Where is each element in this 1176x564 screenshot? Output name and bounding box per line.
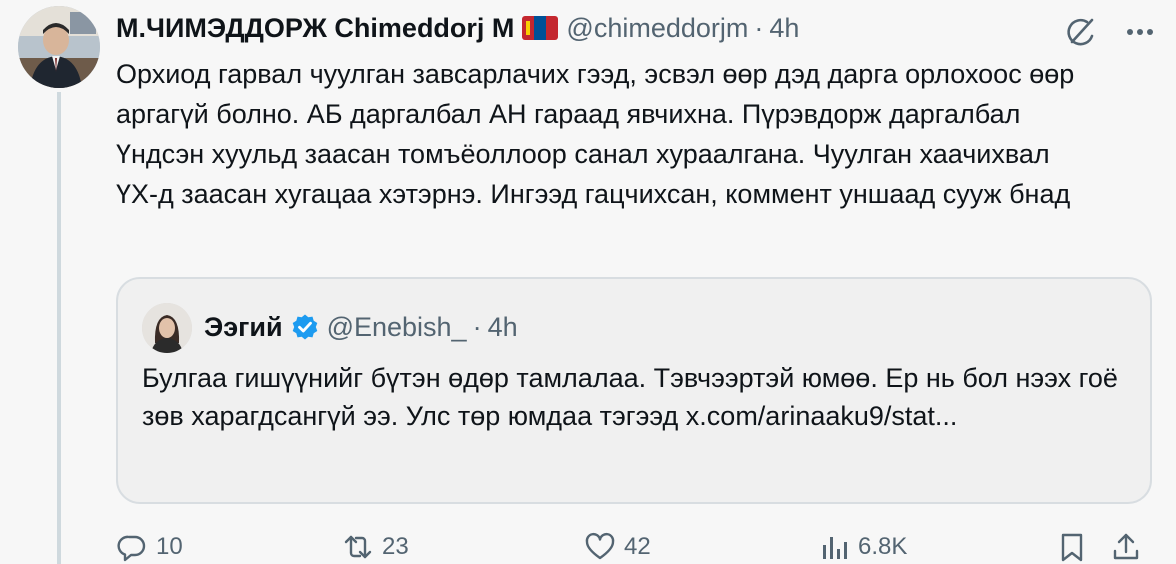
tweet-time[interactable]: 4h: [769, 13, 799, 44]
reply-button[interactable]: 10: [116, 530, 183, 564]
author-handle[interactable]: @chimeddorjm: [566, 13, 748, 44]
repost-icon: [344, 535, 372, 559]
views-count: 6.8K: [858, 533, 908, 560]
quote-separator-dot: ·: [472, 311, 482, 342]
mongolia-flag-icon: [522, 16, 559, 40]
quote-author-handle[interactable]: @Enebish_: [327, 312, 467, 343]
reply-icon: [117, 535, 146, 562]
views-icon: [823, 537, 847, 559]
author-name[interactable]: М.ЧИМЭДДОРЖ Chimeddorj M: [116, 13, 514, 44]
views-button[interactable]: 6.8K: [818, 530, 907, 564]
bookmark-button[interactable]: [1056, 530, 1088, 564]
tweet: М.ЧИМЭДДОРЖ Chimeddorj M @chimeddorjm · …: [0, 0, 1176, 564]
repost-button[interactable]: 23: [342, 530, 409, 564]
separator-dot: ·: [754, 12, 764, 43]
quote-text: Булгаа гишүүнийг бүтэн өдөр тамлалаа. Тэ…: [142, 363, 1118, 431]
quote-author-avatar[interactable]: [142, 303, 192, 353]
grok-icon[interactable]: [1062, 14, 1098, 50]
heart-icon: [585, 532, 615, 560]
thread-line: [57, 92, 61, 564]
share-button[interactable]: [1110, 530, 1142, 564]
bookmark-icon: [1061, 533, 1083, 562]
reply-count: 10: [156, 533, 183, 560]
verified-badge-icon: [292, 314, 317, 340]
action-bar: 10 23 42 6.8K: [116, 528, 1160, 564]
quoted-tweet[interactable]: Ээгий @Enebish_ · 4h Булгаа гишүүнийг бү…: [116, 277, 1152, 504]
share-icon: [1113, 533, 1139, 560]
like-button[interactable]: 42: [584, 530, 651, 564]
repost-count: 23: [382, 533, 409, 560]
more-icon[interactable]: [1120, 14, 1160, 50]
like-count: 42: [624, 533, 651, 560]
author-avatar[interactable]: [18, 6, 100, 88]
quote-time[interactable]: 4h: [488, 312, 518, 343]
quote-author-name[interactable]: Ээгий: [204, 312, 283, 343]
tweet-header: М.ЧИМЭДДОРЖ Chimeddorj M @chimeddorjm · …: [116, 10, 799, 46]
tweet-text: Орхиод гарвал чуулган завсарлачих гээд, …: [116, 59, 1075, 209]
quote-header: Ээгий @Enebish_ · 4h: [204, 309, 518, 345]
